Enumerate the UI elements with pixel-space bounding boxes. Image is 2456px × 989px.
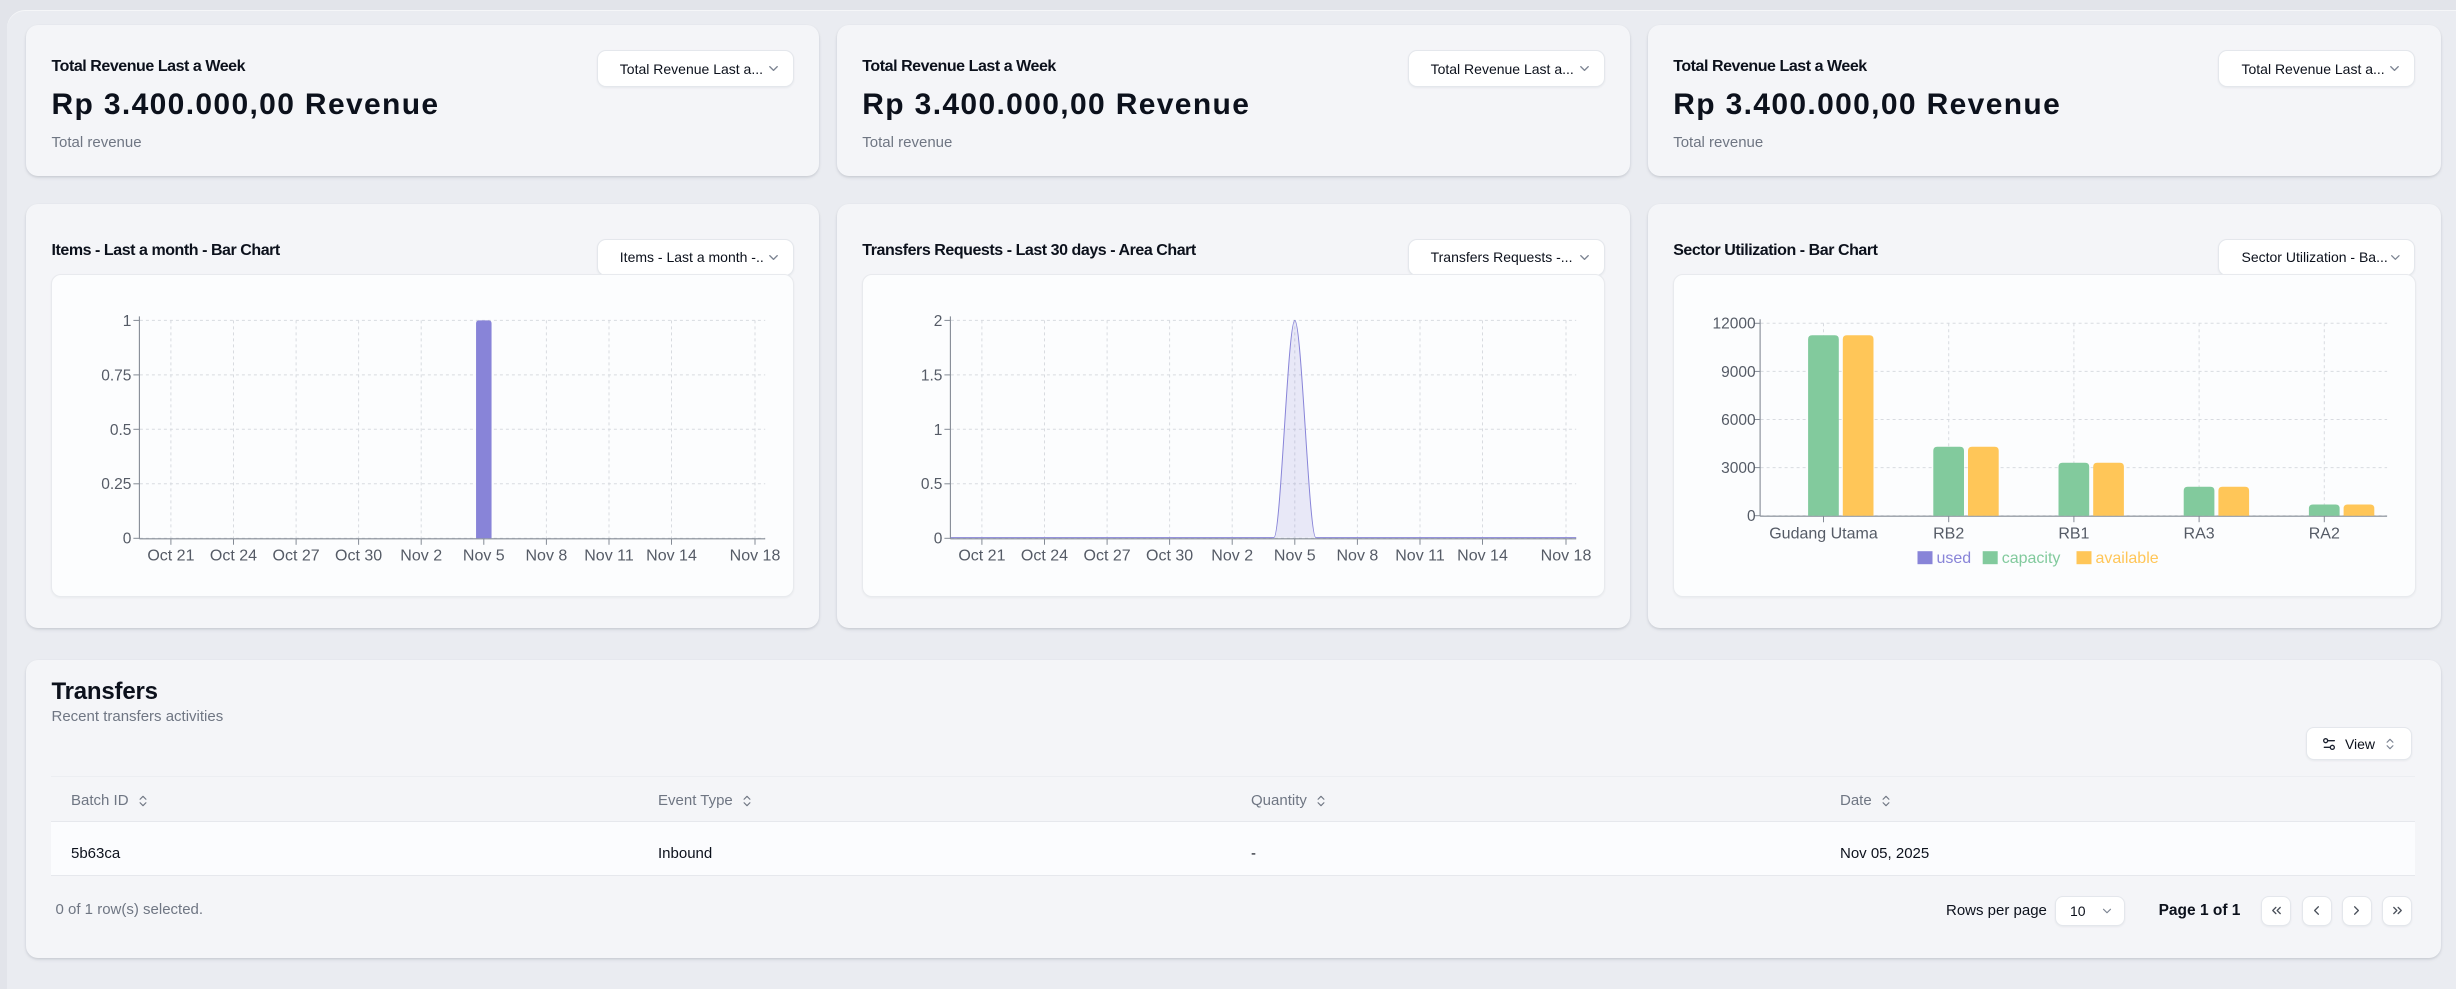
svg-text:Nov 18: Nov 18: [730, 548, 781, 565]
svg-text:Oct 27: Oct 27: [273, 548, 320, 565]
svg-text:Nov 5: Nov 5: [1274, 548, 1316, 565]
svg-text:Oct 24: Oct 24: [1021, 548, 1068, 565]
svg-text:Oct 30: Oct 30: [1146, 548, 1193, 565]
svg-text:2: 2: [934, 313, 943, 330]
svg-text:Oct 27: Oct 27: [1084, 548, 1131, 565]
svg-text:0: 0: [123, 531, 132, 548]
svg-text:1: 1: [123, 313, 132, 330]
svg-text:0.75: 0.75: [102, 367, 132, 384]
svg-text:6000: 6000: [1721, 412, 1756, 429]
svg-text:Gudang Utama: Gudang Utama: [1769, 525, 1878, 542]
svg-text:Nov 8: Nov 8: [526, 548, 568, 565]
svg-text:9000: 9000: [1721, 364, 1756, 381]
svg-text:12000: 12000: [1713, 316, 1756, 333]
svg-text:Nov 2: Nov 2: [1211, 548, 1253, 565]
svg-text:Oct 24: Oct 24: [210, 548, 257, 565]
svg-text:0: 0: [1747, 508, 1756, 525]
svg-text:RA2: RA2: [2309, 525, 2340, 542]
svg-text:Oct 30: Oct 30: [335, 548, 382, 565]
svg-text:0.5: 0.5: [921, 476, 943, 493]
svg-text:0.5: 0.5: [110, 422, 132, 439]
svg-text:Nov 11: Nov 11: [1395, 548, 1445, 565]
svg-text:Oct 21: Oct 21: [148, 548, 195, 565]
svg-text:Nov 18: Nov 18: [1541, 548, 1592, 565]
svg-text:Nov 11: Nov 11: [585, 548, 635, 565]
svg-text:Oct 21: Oct 21: [959, 548, 1006, 565]
svg-text:RA3: RA3: [2184, 525, 2215, 542]
svg-text:0.25: 0.25: [102, 476, 132, 493]
svg-text:capacity: capacity: [2002, 550, 2061, 567]
svg-text:Nov 2: Nov 2: [401, 548, 443, 565]
svg-text:Nov 5: Nov 5: [463, 548, 505, 565]
svg-text:Nov 14: Nov 14: [1457, 548, 1508, 565]
svg-text:Nov 8: Nov 8: [1337, 548, 1379, 565]
svg-text:0: 0: [934, 531, 943, 548]
svg-text:1.5: 1.5: [921, 367, 943, 384]
svg-text:RB2: RB2: [1933, 525, 1964, 542]
svg-text:available: available: [2096, 550, 2159, 567]
svg-text:RB1: RB1: [2058, 525, 2089, 542]
svg-text:used: used: [1937, 550, 1972, 567]
svg-text:1: 1: [934, 422, 943, 439]
svg-text:3000: 3000: [1721, 460, 1756, 477]
svg-text:Nov 14: Nov 14: [647, 548, 698, 565]
